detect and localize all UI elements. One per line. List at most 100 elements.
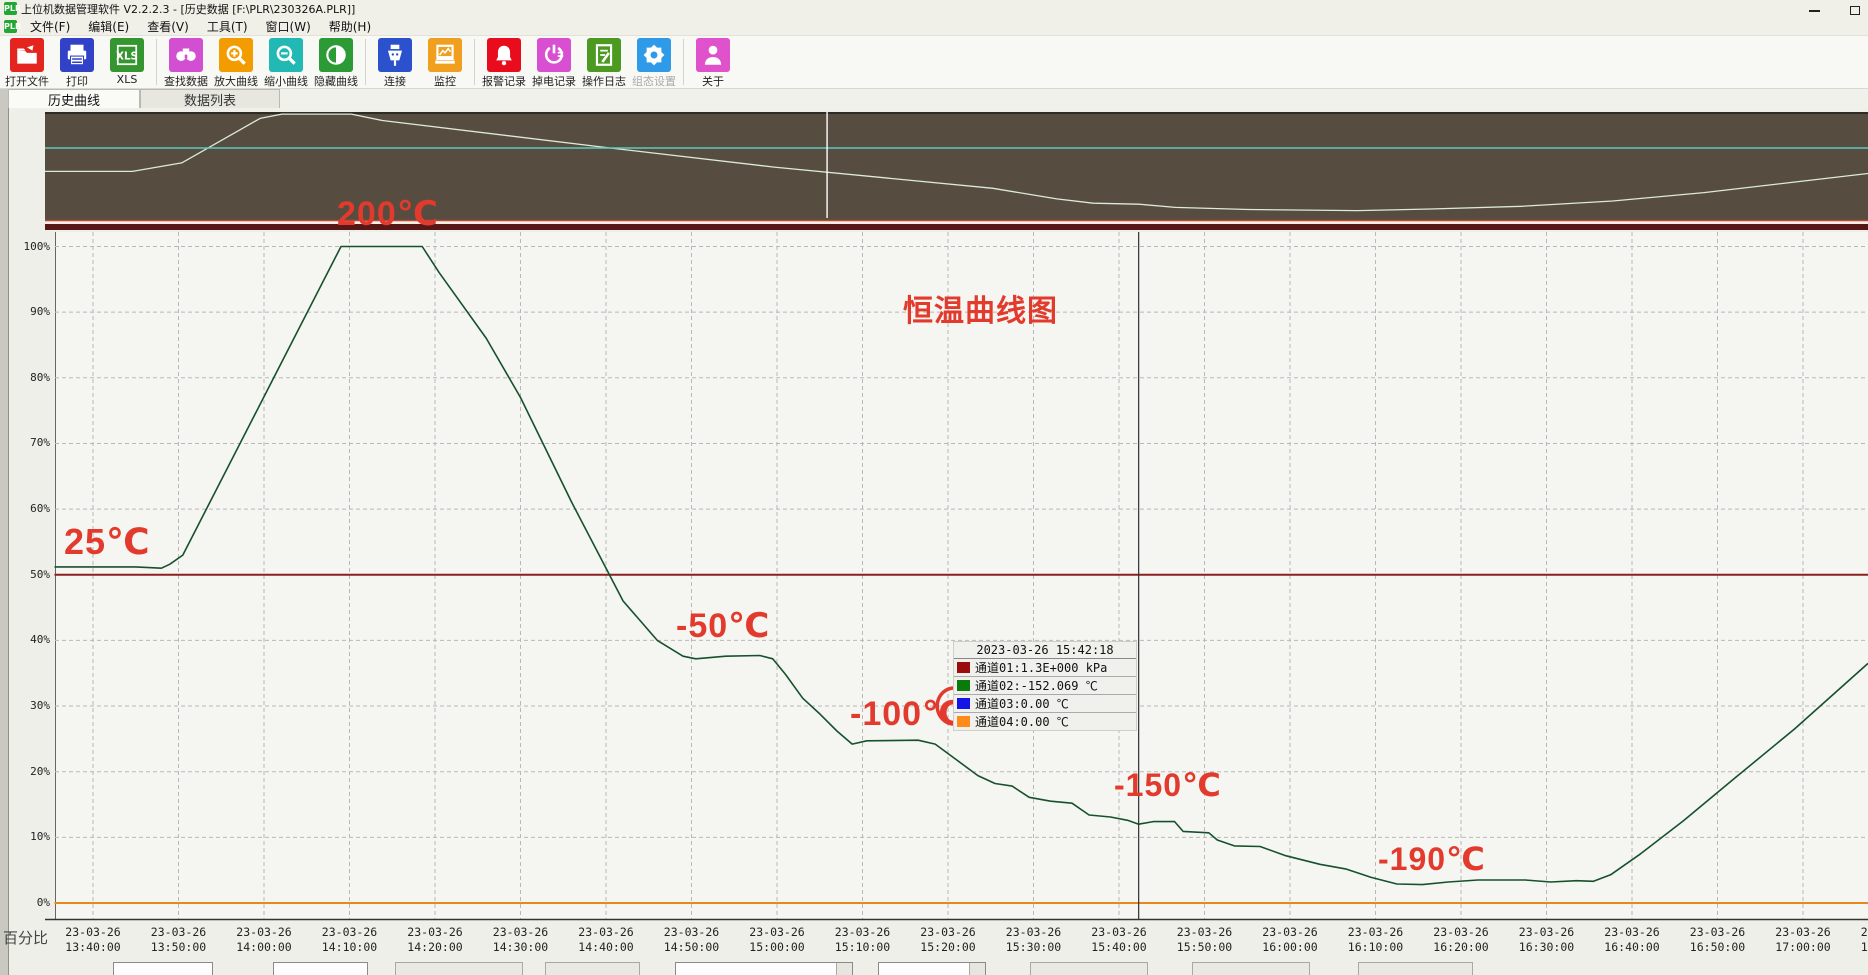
toolbar-button-connect[interactable]: 连接: [370, 38, 420, 89]
minimize-icon: [1809, 10, 1820, 12]
x-tick-label: 23-03-26 16:00:00: [1247, 925, 1333, 955]
tooltip-channel-row: 通道02:-152.069 ℃: [954, 677, 1136, 695]
bottom-control[interactable]: [273, 962, 368, 975]
toolbar-button-label: 报警记录: [482, 73, 526, 89]
y-axis-title: 百分比: [3, 927, 48, 948]
cursor-tooltip: 2023-03-26 15:42:18 通道01:1.3E+000 kPa通道0…: [954, 642, 1136, 730]
toolbar-button-xls[interactable]: XLS XLS: [102, 38, 152, 86]
bottom-control[interactable]: [395, 962, 523, 975]
toolbar-button-label: 连接: [384, 73, 406, 89]
toolbar-separator: [156, 39, 157, 85]
monitor-icon: [428, 38, 462, 72]
title-bar: PLR 上位机数据管理软件 V2.2.2.3 - [历史数据 [F:\PLR\2…: [0, 0, 1868, 17]
toolbar-button-label: 掉电记录: [532, 73, 576, 89]
x-tick-label: 23-03-26 14:10:00: [307, 925, 393, 955]
app-logo-icon: PLR: [4, 2, 17, 15]
tab-history-curve[interactable]: 历史曲线: [8, 89, 140, 108]
toolbar-button-hide-curve[interactable]: 隐藏曲线: [311, 38, 361, 89]
svg-text:XLS: XLS: [116, 50, 138, 62]
hand-annotation: -150℃: [1114, 766, 1222, 804]
x-tick-label: 23-03-26 14:50:00: [649, 925, 735, 955]
toolbar-button-about[interactable]: 关于: [688, 38, 738, 89]
x-tick-label: 23-03-26 15:40:00: [1076, 925, 1162, 955]
hand-annotation: -50℃: [676, 606, 770, 646]
toolbar-button-label: 隐藏曲线: [314, 73, 358, 89]
x-tick-label: 23-03-26 13:40:00: [50, 925, 136, 955]
toolbar-button-search-data[interactable]: 查找数据: [161, 38, 211, 89]
y-tick-label: 10%: [6, 830, 50, 843]
toolbar-button-monitor[interactable]: 监控: [420, 38, 470, 89]
hand-annotation: 25℃: [64, 521, 151, 563]
toolbar-button-label: XLS: [117, 73, 138, 86]
x-tick-label: 23-03-26 13:50:00: [136, 925, 222, 955]
x-tick-label: 23-03-26 14:40:00: [563, 925, 649, 955]
channel-color-swatch: [957, 662, 970, 673]
toolbar-separator: [683, 39, 684, 85]
tab-bar: 历史曲线 数据列表: [0, 89, 1868, 109]
tooltip-timestamp: 2023-03-26 15:42:18: [954, 642, 1136, 659]
alarm-icon: [487, 38, 521, 72]
menu-item-4[interactable]: 工具(T): [198, 18, 257, 35]
hide-curve-icon: [319, 38, 353, 72]
channel-color-swatch: [957, 716, 970, 727]
toolbar-button-open-file[interactable]: 打开文件: [2, 38, 52, 89]
window-title: 上位机数据管理软件 V2.2.2.3 - [历史数据 [F:\PLR\23032…: [21, 1, 355, 17]
y-tick-label: 0%: [6, 896, 50, 909]
toolbar-button-power-log[interactable]: 掉电记录: [529, 38, 579, 89]
app-window: PLR 上位机数据管理软件 V2.2.2.3 - [历史数据 [F:\PLR\2…: [0, 0, 1868, 975]
toolbar-button-op-log[interactable]: 操作日志: [579, 38, 629, 89]
menu-item-1[interactable]: 文件(F): [21, 18, 79, 35]
bottom-control[interactable]: [1030, 962, 1148, 975]
channel-color-swatch: [957, 680, 970, 691]
y-tick-label: 90%: [6, 305, 50, 318]
overview-navigator[interactable]: [45, 112, 1868, 220]
toolbar-separator: [474, 39, 475, 85]
channel-value-label: 通道04:0.00 ℃: [975, 713, 1069, 730]
tab-data-list[interactable]: 数据列表: [140, 89, 280, 108]
search-data-icon: [169, 38, 203, 72]
minimize-button[interactable]: [1808, 3, 1822, 15]
bottom-control[interactable]: [675, 962, 853, 975]
toolbar-button-label: 放大曲线: [214, 73, 258, 89]
bottom-control[interactable]: [1192, 962, 1310, 975]
open-file-icon: [10, 38, 44, 72]
x-tick-label: 23-03-26 17:00:00: [1760, 925, 1846, 955]
x-tick-label: 23-03-26 14:20:00: [392, 925, 478, 955]
chart-plot-area[interactable]: [55, 232, 1868, 920]
toolbar-button-label: 操作日志: [582, 73, 626, 89]
restore-button[interactable]: [1848, 3, 1862, 15]
hand-annotation: -100℃: [850, 694, 964, 734]
toolbar-button-config[interactable]: 组态设置: [629, 38, 679, 89]
toolbar-button-label: 打印: [66, 73, 88, 89]
bottom-control[interactable]: [1358, 962, 1473, 975]
hand-annotation: 恒温曲线图: [903, 286, 1058, 330]
y-tick-label: 40%: [6, 633, 50, 646]
y-tick-label: 100%: [6, 240, 50, 253]
y-tick-label: 50%: [6, 568, 50, 581]
x-tick-label: 23-03-26 16:50:00: [1675, 925, 1761, 955]
toolbar-button-label: 组态设置: [632, 73, 676, 89]
menu-item-6[interactable]: 帮助(H): [320, 18, 380, 35]
x-tick-label: 23-03-26 15:00:00: [734, 925, 820, 955]
menu-item-2[interactable]: 编辑(E): [79, 18, 138, 35]
op-log-icon: [587, 38, 621, 72]
menu-item-5[interactable]: 窗口(W): [257, 18, 320, 35]
toolbar-separator: [365, 39, 366, 85]
hand-annotation: -190℃: [1378, 840, 1486, 878]
menu-item-3[interactable]: 查看(V): [138, 18, 198, 35]
toolbar-button-printer[interactable]: 打印: [52, 38, 102, 89]
channel-value-label: 通道03:0.00 ℃: [975, 695, 1069, 712]
connect-icon: [378, 38, 412, 72]
toolbar-button-alarm[interactable]: 报警记录: [479, 38, 529, 89]
bottom-control[interactable]: [113, 962, 213, 975]
y-tick-label: 30%: [6, 699, 50, 712]
x-tick-label: 23-03-26 16:20:00: [1418, 925, 1504, 955]
toolbar-button-zoom-out[interactable]: 缩小曲线: [261, 38, 311, 89]
zoom-in-icon: [219, 38, 253, 72]
bottom-control[interactable]: [545, 962, 640, 975]
x-tick-label: 23-03-26 15:20:00: [905, 925, 991, 955]
toolbar-button-zoom-in[interactable]: 放大曲线: [211, 38, 261, 89]
toolbar-button-label: 监控: [434, 73, 456, 89]
bottom-control[interactable]: [878, 962, 986, 975]
menu-bar: PLR 文件(F)编辑(E)查看(V)工具(T)窗口(W)帮助(H): [0, 17, 1868, 36]
